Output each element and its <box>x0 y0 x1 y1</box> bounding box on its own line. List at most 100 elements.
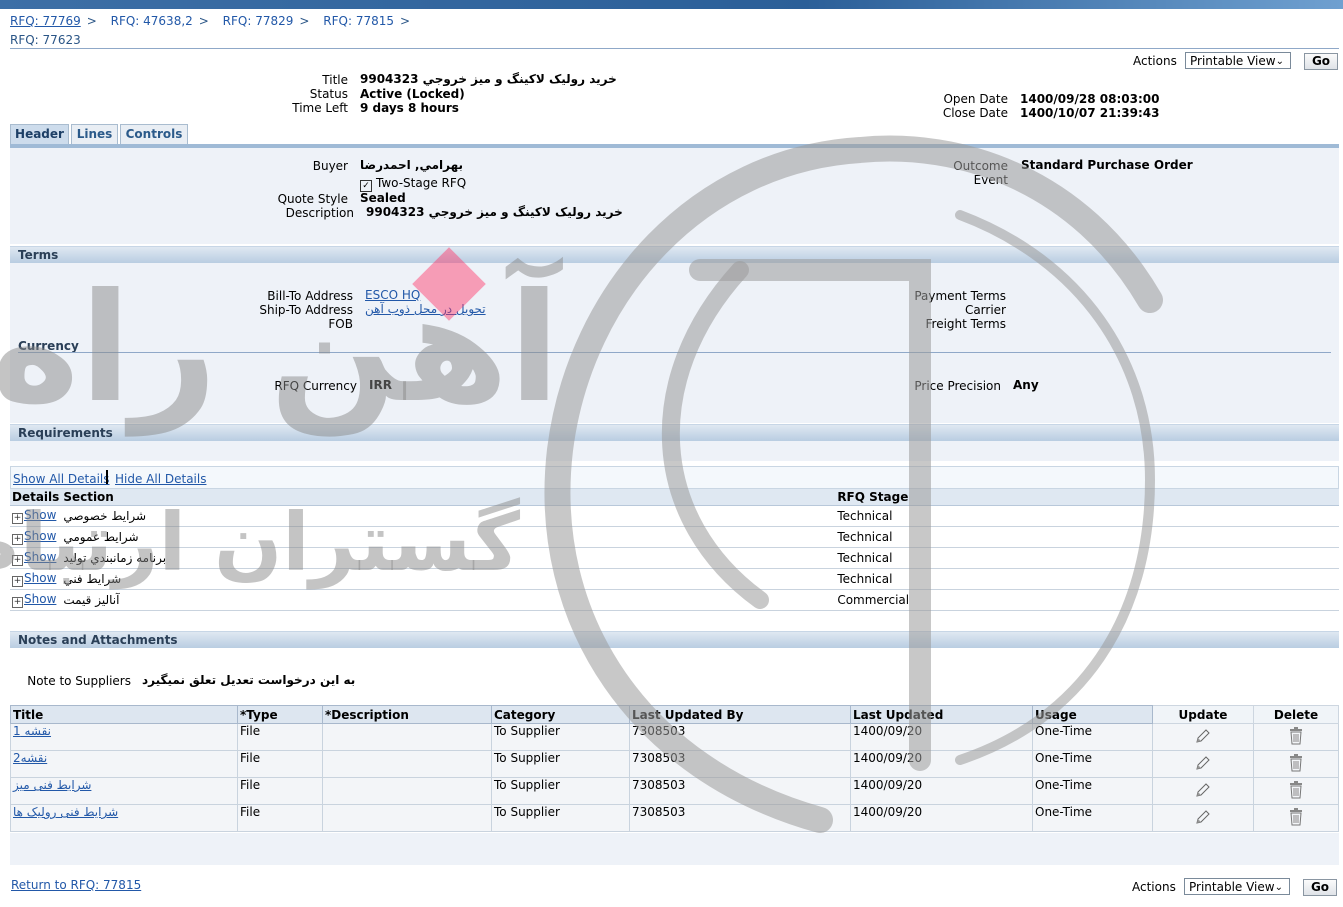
tab-controls[interactable]: Controls <box>120 124 188 144</box>
requirements-panel <box>10 441 1339 461</box>
time-left-value: 9 days 8 hours <box>360 101 459 115</box>
delete-cell <box>1253 723 1339 751</box>
expand-icon[interactable]: + <box>12 555 23 566</box>
top-banner <box>0 0 1343 9</box>
attachment-title-link[interactable]: شرایط فنی رولیک ها <box>13 805 118 819</box>
delete-cell <box>1253 777 1339 805</box>
pencil-icon[interactable] <box>1194 754 1212 772</box>
column-header-title[interactable]: Title <box>10 705 238 724</box>
actions-select[interactable]: Printable View ⌄ <box>1185 52 1291 69</box>
attachment-title-link[interactable]: شرایط فنی میز <box>13 778 91 792</box>
pencil-icon[interactable] <box>1194 781 1212 799</box>
tab-lines[interactable]: Lines <box>71 124 118 144</box>
requirements-section-header: Requirements <box>10 424 1339 441</box>
delete-cell <box>1253 804 1339 832</box>
section-cell: شرايط عمومي <box>61 526 836 548</box>
two-stage-checkbox[interactable]: ✓ Two-Stage RFQ <box>360 176 466 192</box>
delete-cell <box>1253 750 1339 778</box>
breadcrumb-separator: > <box>400 14 411 28</box>
breadcrumb-item[interactable]: RFQ: 77769 <box>10 14 81 28</box>
usage-cell: One-Time <box>1032 723 1153 751</box>
show-link[interactable]: Show <box>24 529 56 543</box>
show-link[interactable]: Show <box>24 550 56 564</box>
table-row: شرایط فنی رولیک ها File To Supplier 7308… <box>10 804 1339 832</box>
table-row: + Show شرايط فني Technical <box>10 568 1339 590</box>
link-divider <box>106 470 108 484</box>
expand-icon[interactable]: + <box>12 576 23 587</box>
hide-all-details-link[interactable]: Hide All Details <box>115 472 206 486</box>
expand-icon[interactable]: + <box>12 513 23 524</box>
rfq-currency-label: RFQ Currency <box>274 379 357 393</box>
expand-icon[interactable]: + <box>12 597 23 608</box>
fob-label: FOB <box>328 317 353 331</box>
requirements-table: Details Section RFQ Stage + Show شرايط خص… <box>10 489 1339 611</box>
attachment-title-link[interactable]: نقشه 1 <box>13 724 51 738</box>
category-cell: To Supplier <box>491 750 630 778</box>
column-header-type[interactable]: *Type <box>237 705 323 724</box>
pencil-icon[interactable] <box>1194 808 1212 826</box>
show-link[interactable]: Show <box>24 508 56 522</box>
trash-icon[interactable] <box>1288 726 1304 745</box>
details-cell[interactable]: + Show <box>10 568 62 590</box>
open-date-value: 1400/09/28 08:03:00 <box>1020 92 1160 106</box>
usage-cell: One-Time <box>1032 750 1153 778</box>
breadcrumb-item[interactable]: RFQ: 77815 <box>323 14 394 28</box>
attachment-title-link[interactable]: نقشه2 <box>13 751 47 765</box>
usage-cell: One-Time <box>1032 777 1153 805</box>
updated-by-cell: 7308503 <box>629 804 851 832</box>
breadcrumb-item[interactable]: RFQ: 47638,2 <box>111 14 193 28</box>
show-link[interactable]: Show <box>24 592 56 606</box>
quote-style-label: Quote Style <box>277 192 348 206</box>
show-link[interactable]: Show <box>24 571 56 585</box>
details-cell[interactable]: + Show <box>10 526 62 548</box>
title-cell: نقشه2 <box>10 750 238 778</box>
title-label: Title <box>322 73 348 87</box>
details-cell[interactable]: + Show <box>10 589 62 611</box>
tab-header[interactable]: Header <box>10 124 69 144</box>
pencil-icon[interactable] <box>1194 727 1212 745</box>
event-label: Event <box>973 173 1008 187</box>
actions-select-value: Printable View <box>1189 880 1275 894</box>
bill-to-label: Bill-To Address <box>267 289 353 303</box>
table-row: + Show آناليز قيمت Commercial <box>10 589 1339 611</box>
title-cell: نقشه 1 <box>10 723 238 751</box>
table-row: نقشه2 File To Supplier 7308503 1400/09/2… <box>10 750 1339 778</box>
note-to-suppliers-value: به این درخواست تعدیل تعلق نمیگیرد <box>142 673 356 687</box>
stage-cell: Technical <box>835 526 1339 548</box>
details-cell[interactable]: + Show <box>10 547 62 569</box>
stage-cell: Technical <box>835 505 1339 527</box>
column-header-usage[interactable]: Usage <box>1032 705 1153 724</box>
stage-cell: Commercial <box>835 589 1339 611</box>
details-cell[interactable]: + Show <box>10 505 62 527</box>
column-header-description[interactable]: *Description <box>322 705 492 724</box>
title-cell: شرایط فنی رولیک ها <box>10 804 238 832</box>
table-row: شرایط فنی میز File To Supplier 7308503 1… <box>10 777 1339 805</box>
column-header-category[interactable]: Category <box>491 705 630 724</box>
rfq-currency-value: IRR <box>369 378 392 392</box>
breadcrumb-item[interactable]: RFQ: 77829 <box>223 14 294 28</box>
bill-to-link[interactable]: ESCO HQ <box>365 288 420 302</box>
update-cell <box>1152 750 1254 778</box>
update-cell <box>1152 777 1254 805</box>
go-button-bottom[interactable]: Go <box>1303 879 1337 896</box>
actions-label: Actions <box>1132 880 1176 894</box>
go-button[interactable]: Go <box>1304 53 1338 70</box>
breadcrumb: RFQ: 77769 > RFQ: 47638,2 > RFQ: 77829 > RF… <box>10 14 420 28</box>
column-header-last-updated-by[interactable]: Last Updated By <box>629 705 851 724</box>
updated-date-cell: 1400/09/20 <box>850 723 1033 751</box>
trash-icon[interactable] <box>1288 807 1304 826</box>
trash-icon[interactable] <box>1288 753 1304 772</box>
status-label: Status <box>309 87 348 101</box>
show-all-details-link[interactable]: Show All Details <box>13 472 110 486</box>
attachments-table: Title *Type *Description Category Last U… <box>10 705 1339 832</box>
updated-date-cell: 1400/09/20 <box>850 804 1033 832</box>
trash-icon[interactable] <box>1288 780 1304 799</box>
actions-select-bottom[interactable]: Printable View ⌄ <box>1184 878 1290 895</box>
return-link[interactable]: Return to RFQ: 77815 <box>11 878 141 892</box>
ship-to-link[interactable]: تحویل در محل ذوب آهن <box>365 302 486 316</box>
column-header-last-updated[interactable]: Last Updated <box>850 705 1033 724</box>
chevron-down-icon: ⌄ <box>1274 882 1283 893</box>
updated-date-cell: 1400/09/20 <box>850 777 1033 805</box>
expand-icon[interactable]: + <box>12 534 23 545</box>
updated-date-cell: 1400/09/20 <box>850 750 1033 778</box>
